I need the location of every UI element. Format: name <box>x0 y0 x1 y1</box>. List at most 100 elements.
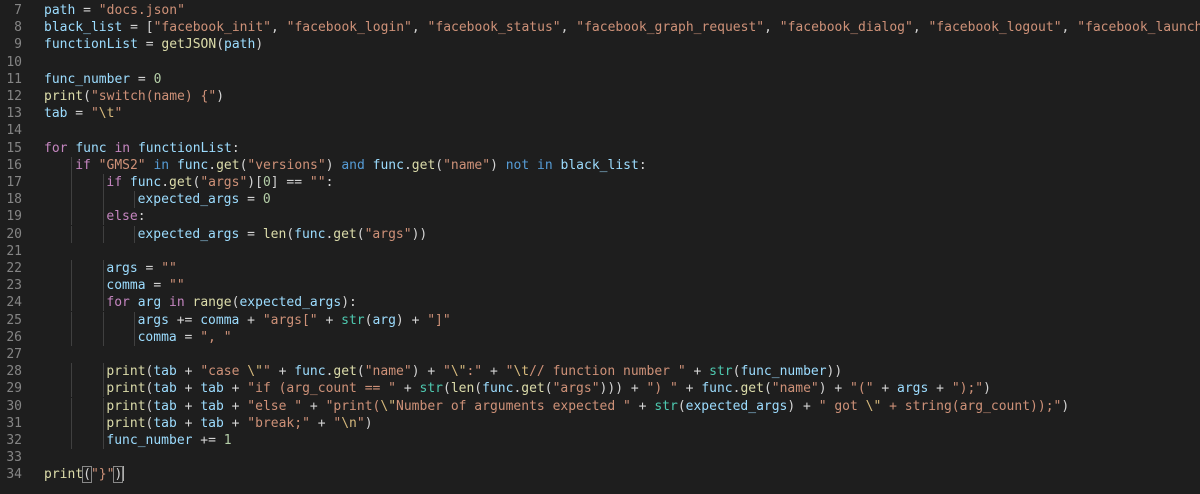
code-token: func_number <box>106 433 193 448</box>
code-line[interactable]: 12 print("switch(name) {") <box>0 88 1200 105</box>
code-token: + <box>873 381 898 397</box>
indent-guide <box>71 277 73 295</box>
indent-guide <box>102 363 104 381</box>
code-line[interactable]: 34 print("}") <box>0 466 1200 484</box>
code-token: print <box>106 398 146 414</box>
code-line[interactable]: 26 comma = ", " <box>0 328 1200 346</box>
indent-guide <box>71 294 73 312</box>
code-line[interactable]: 23 comma = "" <box>0 277 1200 295</box>
indent-guide <box>71 432 73 449</box>
code-line[interactable]: 14 <box>0 122 1200 139</box>
code-token: \" <box>380 398 397 414</box>
code-text: else: <box>106 208 145 225</box>
code-text: black_list = ["facebook_init", "facebook… <box>44 19 1200 36</box>
code-line[interactable]: 27 <box>0 346 1200 363</box>
code-text: func_number = 0 <box>44 71 161 88</box>
code-line[interactable]: 9 functionList = getJSON(path) <box>0 36 1200 53</box>
code-token: "print( <box>325 398 381 414</box>
code-token: args <box>897 381 929 397</box>
code-line[interactable]: 33 <box>0 449 1200 466</box>
code-token: expected_args <box>137 192 240 208</box>
code-token: + <box>223 398 248 414</box>
code-token: tab <box>153 364 177 380</box>
code-token: range <box>192 295 232 311</box>
code-line[interactable]: 20 expected_args = len(func.get("args")) <box>0 225 1200 243</box>
code-token: func <box>294 226 326 242</box>
line-number: 14 <box>6 123 22 139</box>
code-token: func_number <box>44 71 131 87</box>
code-line[interactable]: 15 for func in functionList: <box>0 140 1200 157</box>
code-token: print <box>44 89 84 104</box>
code-line[interactable]: 29 print(tab + tab + "if (arg_count == " … <box>0 380 1200 398</box>
line-number: 9 <box>14 37 22 53</box>
code-token: + <box>309 415 334 431</box>
code-token: += <box>192 433 224 448</box>
indent-guide <box>102 208 104 226</box>
code-line[interactable]: 24 for arg in range(expected_args): <box>0 294 1200 312</box>
code-editor[interactable]: 7 path = "docs.json" 8 black_list = ["faceb… <box>0 0 1200 494</box>
code-token: : <box>137 209 146 225</box>
code-token: 0 <box>262 175 271 190</box>
code-line[interactable]: 18 expected_args = 0 <box>0 191 1200 209</box>
code-line[interactable]: 28 print(tab + "case \"" + func.get("name… <box>0 363 1200 381</box>
code-text: if func.get("args")[0] == "": <box>106 174 333 191</box>
code-token: ) <box>216 89 225 104</box>
indent-guide <box>71 311 73 329</box>
code-token: print <box>106 381 146 397</box>
code-token: ( <box>435 157 444 173</box>
code-token: ] == <box>270 175 310 190</box>
code-line[interactable]: 8 black_list = ["facebook_init", "faceboo… <box>0 19 1200 36</box>
code-token: \" <box>865 398 882 414</box>
line-number: 16 <box>6 157 22 173</box>
code-token: ( <box>356 226 365 242</box>
line-number: 23 <box>6 278 22 294</box>
code-line[interactable]: 7 path = "docs.json" <box>0 2 1200 19</box>
code-token: func <box>701 381 733 397</box>
code-token: . <box>403 157 412 173</box>
code-token: + <box>176 398 201 414</box>
code-text: if "GMS2" in func.get("versions") and fu… <box>75 157 646 174</box>
code-token: get <box>169 175 193 190</box>
code-token: ) <box>255 37 264 53</box>
code-text: functionList = getJSON(path) <box>44 36 263 53</box>
code-line[interactable]: 21 <box>0 243 1200 260</box>
code-token: "(" <box>850 381 874 397</box>
code-token: ( <box>286 226 295 242</box>
code-token: "facebook_graph_request" <box>576 20 765 36</box>
code-line[interactable]: 11 func_number = 0 <box>0 71 1200 88</box>
code-token: print <box>106 415 146 431</box>
code-line[interactable]: 10 <box>0 54 1200 71</box>
code-token: "args" <box>200 175 248 190</box>
code-line[interactable]: 32 func_number += 1 <box>0 432 1200 449</box>
code-line[interactable]: 16 if "GMS2" in func.get("versions") and … <box>0 156 1200 174</box>
line-number: 27 <box>6 347 22 362</box>
code-line[interactable]: 19 else: <box>0 208 1200 226</box>
code-token: )[ <box>247 175 263 190</box>
code-token: "break;" <box>247 415 310 431</box>
code-token: : <box>231 140 240 156</box>
code-line[interactable]: 22 args = "" <box>0 260 1200 277</box>
indent-guide <box>102 380 104 398</box>
code-token: + <box>270 364 295 380</box>
code-token: func <box>129 175 162 190</box>
indent-guide <box>71 208 73 226</box>
indent-guide <box>102 225 104 243</box>
code-token: for <box>44 140 68 156</box>
code-line[interactable]: 25 args += comma + "args[" + str(arg) + "… <box>0 311 1200 329</box>
indent-guide <box>71 174 73 191</box>
code-line[interactable]: 30 print(tab + tab + "else " + "print(\"N… <box>0 397 1200 415</box>
code-token: ") " <box>646 381 678 397</box>
code-text: comma = "" <box>106 277 184 294</box>
code-token: " got <box>818 398 866 414</box>
code-line[interactable]: 17 if func.get("args")[0] == "": <box>0 174 1200 191</box>
code-line[interactable]: 13 tab = "\t" <box>0 105 1200 122</box>
code-line[interactable]: 31 print(tab + tab + "break;" + "\n") <box>0 414 1200 432</box>
code-token: + <box>302 398 326 414</box>
indent-guide <box>71 328 73 346</box>
